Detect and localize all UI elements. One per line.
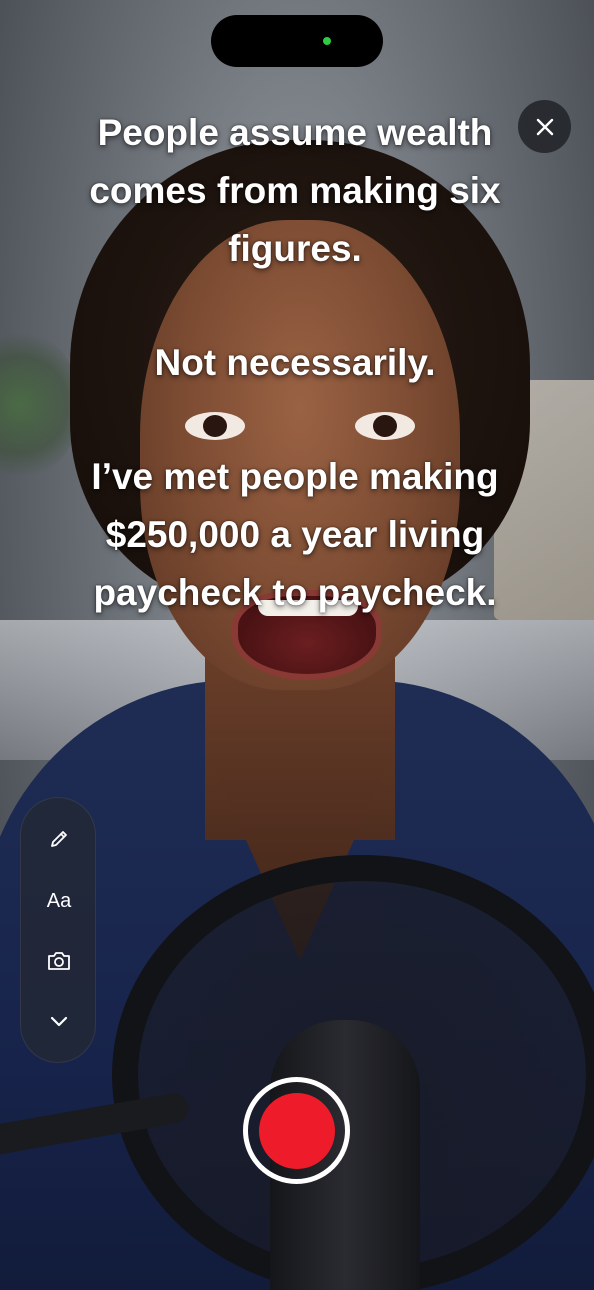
flip-camera-button[interactable]	[21, 936, 97, 986]
caption-paragraph-2: Not necessarily.	[154, 342, 436, 383]
chevron-down-icon	[50, 1016, 68, 1027]
teleprompter-caption: People assume wealth comes from making s…	[60, 104, 530, 622]
caption-paragraph-1: People assume wealth comes from making s…	[89, 112, 501, 269]
dynamic-island	[211, 15, 383, 67]
text-style-icon: Aa	[46, 889, 72, 912]
camera-screen: People assume wealth comes from making s…	[0, 0, 594, 1290]
close-icon	[536, 118, 553, 135]
camera-icon	[48, 952, 70, 970]
more-tools-button[interactable]	[21, 996, 97, 1046]
caption-paragraph-3: I’ve met people making $250,000 a year l…	[91, 456, 499, 613]
close-button[interactable]	[518, 100, 571, 153]
pencil-icon	[51, 831, 67, 847]
record-icon	[258, 1092, 335, 1169]
side-toolbar: Aa	[20, 797, 96, 1063]
camera-in-use-indicator	[323, 37, 331, 45]
record-button[interactable]	[243, 1077, 350, 1184]
text-style-button[interactable]: Aa	[21, 876, 97, 926]
draw-button[interactable]	[21, 814, 97, 864]
